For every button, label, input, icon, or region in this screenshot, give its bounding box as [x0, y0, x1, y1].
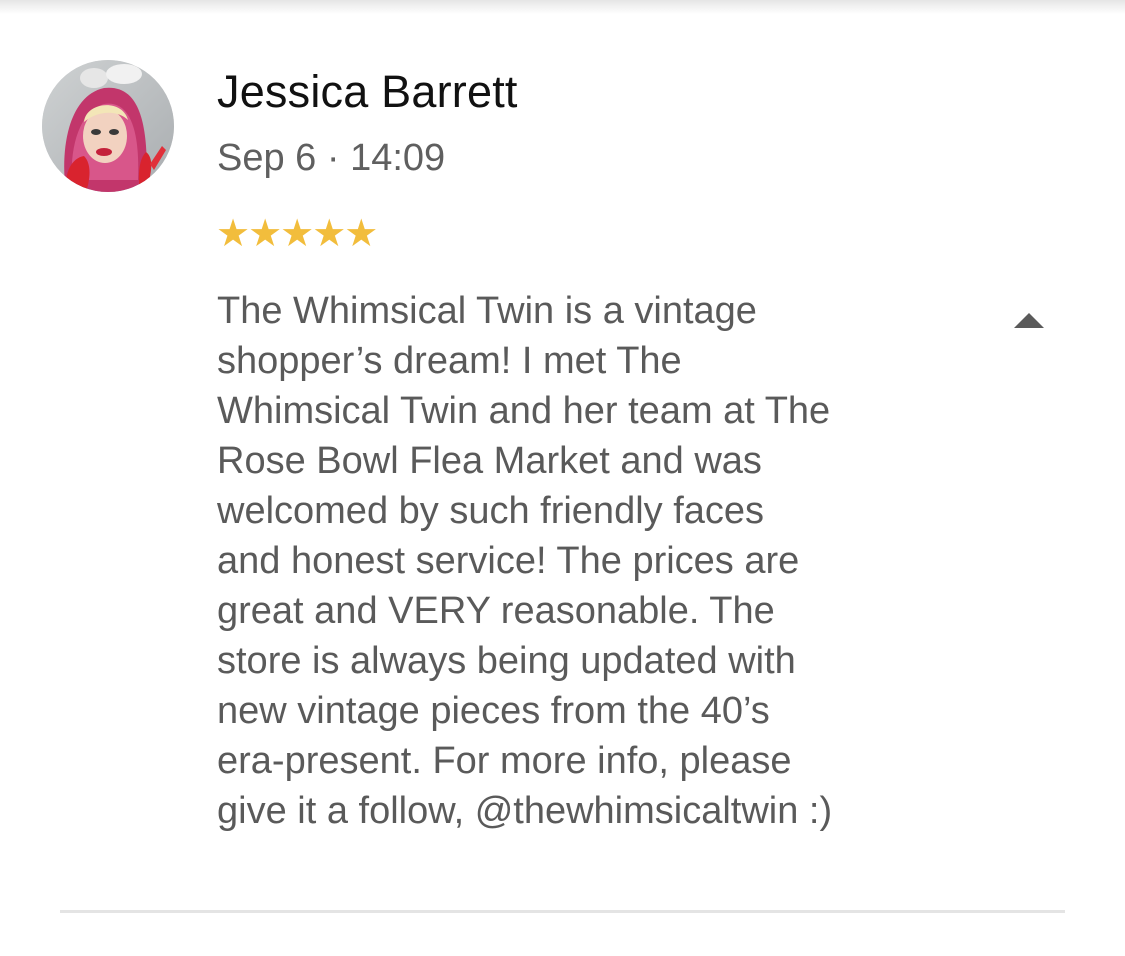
avatar[interactable]: [42, 60, 174, 192]
collapse-review-button[interactable]: [1000, 300, 1058, 340]
avatar-image: [42, 60, 174, 192]
review-date: Sep 6 · 14:09: [217, 137, 446, 179]
caret-up-icon: [1014, 312, 1044, 328]
review-text: The Whimsical Twin is a vintage shopper’…: [217, 290, 833, 832]
divider: [60, 910, 1065, 913]
author-name[interactable]: Jessica Barrett: [217, 66, 518, 118]
review-card: Jessica Barrett Sep 6 · 14:09 ★★★★★ The …: [0, 0, 1125, 956]
star-rating: ★★★★★: [216, 213, 378, 255]
